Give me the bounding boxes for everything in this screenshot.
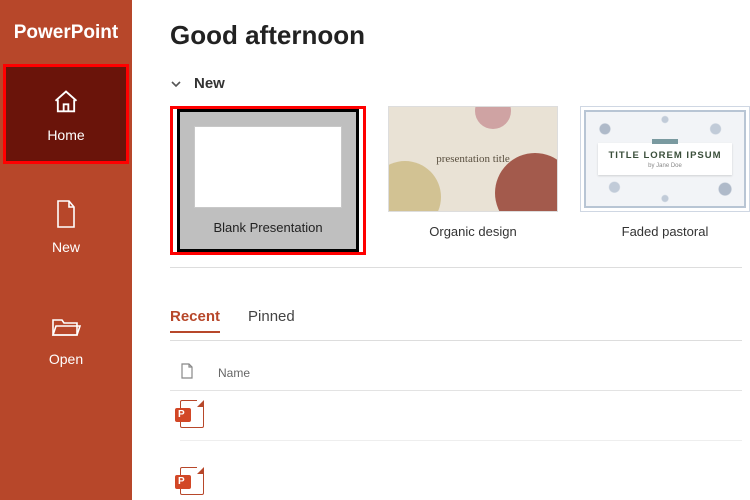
template-name: Faded pastoral [622, 224, 709, 239]
template-name: Blank Presentation [194, 220, 342, 235]
app-title: PowerPoint [0, 0, 132, 64]
tab-recent[interactable]: Recent [170, 308, 220, 333]
sidebar-item-new[interactable]: New [3, 176, 129, 276]
template-blank-presentation[interactable]: Blank Presentation [170, 106, 366, 255]
template-organic-design[interactable]: presentation title Organic design [388, 106, 558, 255]
chevron-down-icon [170, 77, 184, 91]
template-thumb [194, 126, 342, 208]
template-thumb-subtext: by Jane Doe [608, 163, 721, 169]
page-title: Good afternoon [170, 20, 750, 51]
template-thumb: presentation title [388, 106, 558, 212]
sidebar: PowerPoint Home New Open [0, 0, 132, 500]
sidebar-item-home[interactable]: Home [3, 64, 129, 164]
template-name: Organic design [429, 224, 516, 239]
file-row[interactable] [180, 463, 742, 499]
new-section-toggle[interactable]: New [170, 75, 750, 92]
powerpoint-file-icon [180, 467, 204, 495]
new-doc-icon [54, 197, 78, 231]
column-name-header: Name [218, 366, 250, 380]
sidebar-item-label: Open [49, 351, 83, 367]
main-pane: Good afternoon New Blank Presentation pr… [132, 0, 750, 500]
template-thumb-text: TITLE LOREM IPSUM [608, 150, 721, 161]
file-icon [180, 363, 198, 382]
template-thumb: TITLE LOREM IPSUM by Jane Doe [580, 106, 750, 212]
new-section-label: New [194, 75, 225, 92]
sidebar-item-label: New [52, 239, 80, 255]
file-row[interactable] [180, 405, 742, 441]
tab-pinned[interactable]: Pinned [248, 308, 295, 333]
file-tabs: Recent Pinned [170, 308, 750, 333]
sidebar-item-open[interactable]: Open [3, 288, 129, 388]
open-folder-icon [51, 309, 81, 343]
home-icon [52, 85, 80, 119]
divider [170, 267, 742, 268]
sidebar-item-label: Home [47, 127, 84, 143]
template-thumb-text: presentation title [436, 153, 510, 165]
file-list [170, 391, 742, 499]
template-faded-pastoral[interactable]: TITLE LOREM IPSUM by Jane Doe Faded past… [580, 106, 750, 255]
file-list-header: Name [170, 359, 742, 391]
divider [170, 340, 742, 341]
powerpoint-file-icon [180, 400, 204, 428]
template-gallery: Blank Presentation presentation title Or… [170, 106, 750, 255]
